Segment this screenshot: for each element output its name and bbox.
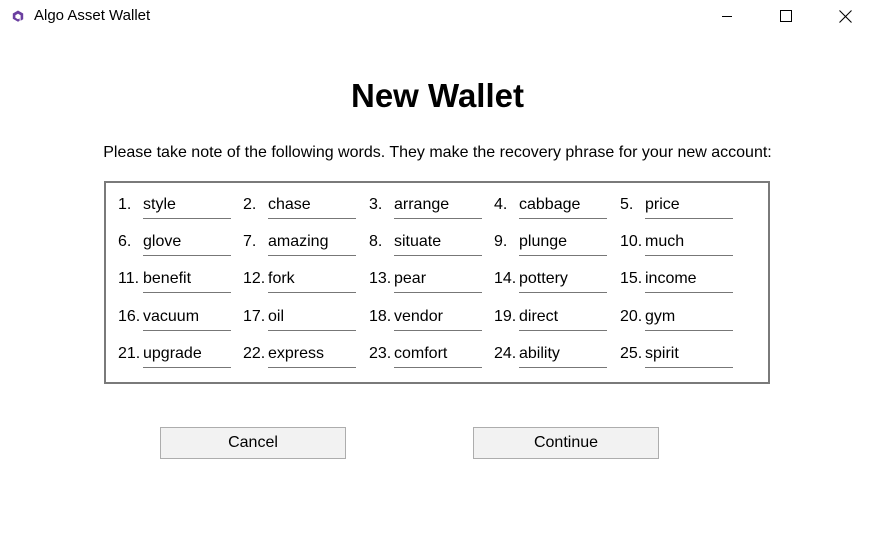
word-number: 21.	[118, 345, 141, 362]
recovery-word: amazing	[268, 233, 329, 250]
word-underline	[519, 367, 607, 368]
word-underline	[143, 218, 231, 219]
minimize-icon	[722, 16, 732, 17]
recovery-word: pottery	[519, 270, 568, 287]
maximize-button[interactable]	[757, 0, 815, 32]
recovery-word: vacuum	[143, 308, 200, 325]
recovery-word: much	[645, 233, 685, 250]
recovery-word: cabbage	[519, 196, 581, 213]
word-number: 15.	[620, 270, 643, 287]
word-number: 23.	[369, 345, 392, 362]
word-number: 24.	[494, 345, 517, 362]
word-underline	[394, 292, 482, 293]
word-underline	[645, 292, 733, 293]
word-number: 9.	[494, 233, 508, 250]
word-number: 13.	[369, 270, 392, 287]
word-number: 16.	[118, 308, 141, 325]
word-underline	[645, 218, 733, 219]
recovery-word: oil	[268, 308, 285, 325]
word-underline	[519, 218, 607, 219]
recovery-word: gym	[645, 308, 676, 325]
recovery-word: fork	[268, 270, 295, 287]
recovery-word: situate	[394, 233, 442, 250]
recovery-phrase-box: 1. style 2. chase 3. arrange 4. cabbage 5. price 6…	[104, 181, 770, 384]
word-underline	[268, 255, 356, 256]
word-underline	[394, 367, 482, 368]
recovery-word: benefit	[143, 270, 192, 287]
word-number: 18.	[369, 308, 392, 325]
window-title: Algo Asset Wallet	[34, 7, 151, 24]
word-number: 5.	[620, 196, 634, 213]
word-number: 3.	[369, 196, 383, 213]
word-underline	[143, 330, 231, 331]
word-number: 25.	[620, 345, 643, 362]
recovery-word: direct	[519, 308, 559, 325]
recovery-word: ability	[519, 345, 560, 362]
instructions-text: Please take note of the following words.…	[103, 144, 772, 161]
recovery-word: glove	[143, 233, 182, 250]
recovery-word: arrange	[394, 196, 450, 213]
word-number: 1.	[118, 196, 132, 213]
recovery-word: pear	[394, 270, 427, 287]
word-number: 8.	[369, 233, 383, 250]
page-title: New Wallet	[351, 77, 524, 114]
word-number: 12.	[243, 270, 266, 287]
word-number: 17.	[243, 308, 266, 325]
maximize-icon	[780, 10, 792, 22]
word-underline	[645, 255, 733, 256]
recovery-word: upgrade	[143, 345, 202, 362]
word-underline	[268, 218, 356, 219]
word-underline	[143, 255, 231, 256]
word-underline	[645, 367, 733, 368]
word-number: 10.	[620, 233, 643, 250]
app-window: Algo Asset Wallet New Wallet Please take…	[0, 0, 875, 535]
recovery-word: chase	[268, 196, 311, 213]
word-number: 20.	[620, 308, 643, 325]
word-number: 6.	[118, 233, 132, 250]
word-underline	[268, 330, 356, 331]
word-underline	[268, 367, 356, 368]
title-bar: Algo Asset Wallet	[0, 0, 875, 32]
recovery-word: plunge	[519, 233, 568, 250]
word-number: 14.	[494, 270, 517, 287]
word-underline	[519, 330, 607, 331]
close-icon	[838, 9, 852, 23]
word-number: 22.	[243, 345, 266, 362]
word-underline	[394, 330, 482, 331]
continue-button[interactable]: Continue	[473, 427, 659, 459]
word-underline	[519, 255, 607, 256]
word-underline	[143, 292, 231, 293]
word-number: 19.	[494, 308, 517, 325]
recovery-word: express	[268, 345, 325, 362]
word-number: 11.	[118, 270, 140, 287]
word-underline	[394, 218, 482, 219]
word-number: 4.	[494, 196, 508, 213]
recovery-word: income	[645, 270, 697, 287]
close-button[interactable]	[816, 0, 874, 32]
recovery-word: spirit	[645, 345, 679, 362]
word-underline	[143, 367, 231, 368]
word-underline	[645, 330, 733, 331]
word-number: 7.	[243, 233, 257, 250]
recovery-word: comfort	[394, 345, 448, 362]
recovery-word: style	[143, 196, 176, 213]
recovery-word: vendor	[394, 308, 443, 325]
cancel-button[interactable]: Cancel	[160, 427, 346, 459]
word-underline	[268, 292, 356, 293]
minimize-button[interactable]	[698, 0, 756, 32]
word-underline	[519, 292, 607, 293]
word-underline	[394, 255, 482, 256]
algo-logo-icon	[12, 10, 24, 22]
recovery-word: price	[645, 196, 680, 213]
word-number: 2.	[243, 196, 257, 213]
